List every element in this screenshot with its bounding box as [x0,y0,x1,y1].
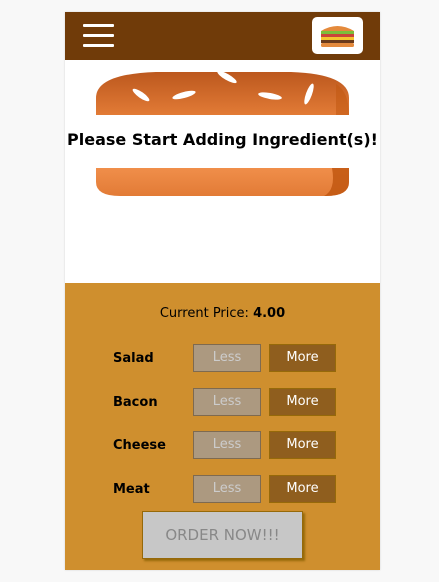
meat-more-button[interactable]: More [269,475,336,503]
empty-burger-message: Please Start Adding Ingredient(s)! [67,130,378,149]
build-control-cheese: Cheese Less More [65,431,380,461]
price-value: 4.00 [253,306,286,321]
build-control-meat: Meat Less More [65,475,380,505]
build-controls: Current Price: 4.00 Salad Less More Baco… [65,283,380,570]
bread-top [96,70,349,115]
order-now-button[interactable]: ORDER NOW!!! [142,511,303,559]
toolbar [65,12,380,60]
ingredient-label: Meat [113,482,150,497]
ingredient-label: Cheese [113,438,166,453]
burger-logo-icon[interactable] [312,17,363,54]
cheese-less-button[interactable]: Less [193,431,261,459]
burger-preview: Please Start Adding Ingredient(s)! [65,60,380,283]
ingredient-label: Bacon [113,395,158,410]
price-label: Current Price: [159,306,249,321]
burger-builder-app: Please Start Adding Ingredient(s)! Curre… [65,12,380,570]
bread-bottom [96,168,349,196]
current-price: Current Price: 4.00 [65,306,380,321]
meat-less-button[interactable]: Less [193,475,261,503]
ingredient-label: Salad [113,351,154,366]
cheese-more-button[interactable]: More [269,431,336,459]
salad-less-button[interactable]: Less [193,344,261,372]
bacon-less-button[interactable]: Less [193,388,261,416]
salad-more-button[interactable]: More [269,344,336,372]
hamburger-menu-icon[interactable] [83,24,114,48]
build-control-salad: Salad Less More [65,344,380,374]
build-control-bacon: Bacon Less More [65,388,380,418]
bacon-more-button[interactable]: More [269,388,336,416]
